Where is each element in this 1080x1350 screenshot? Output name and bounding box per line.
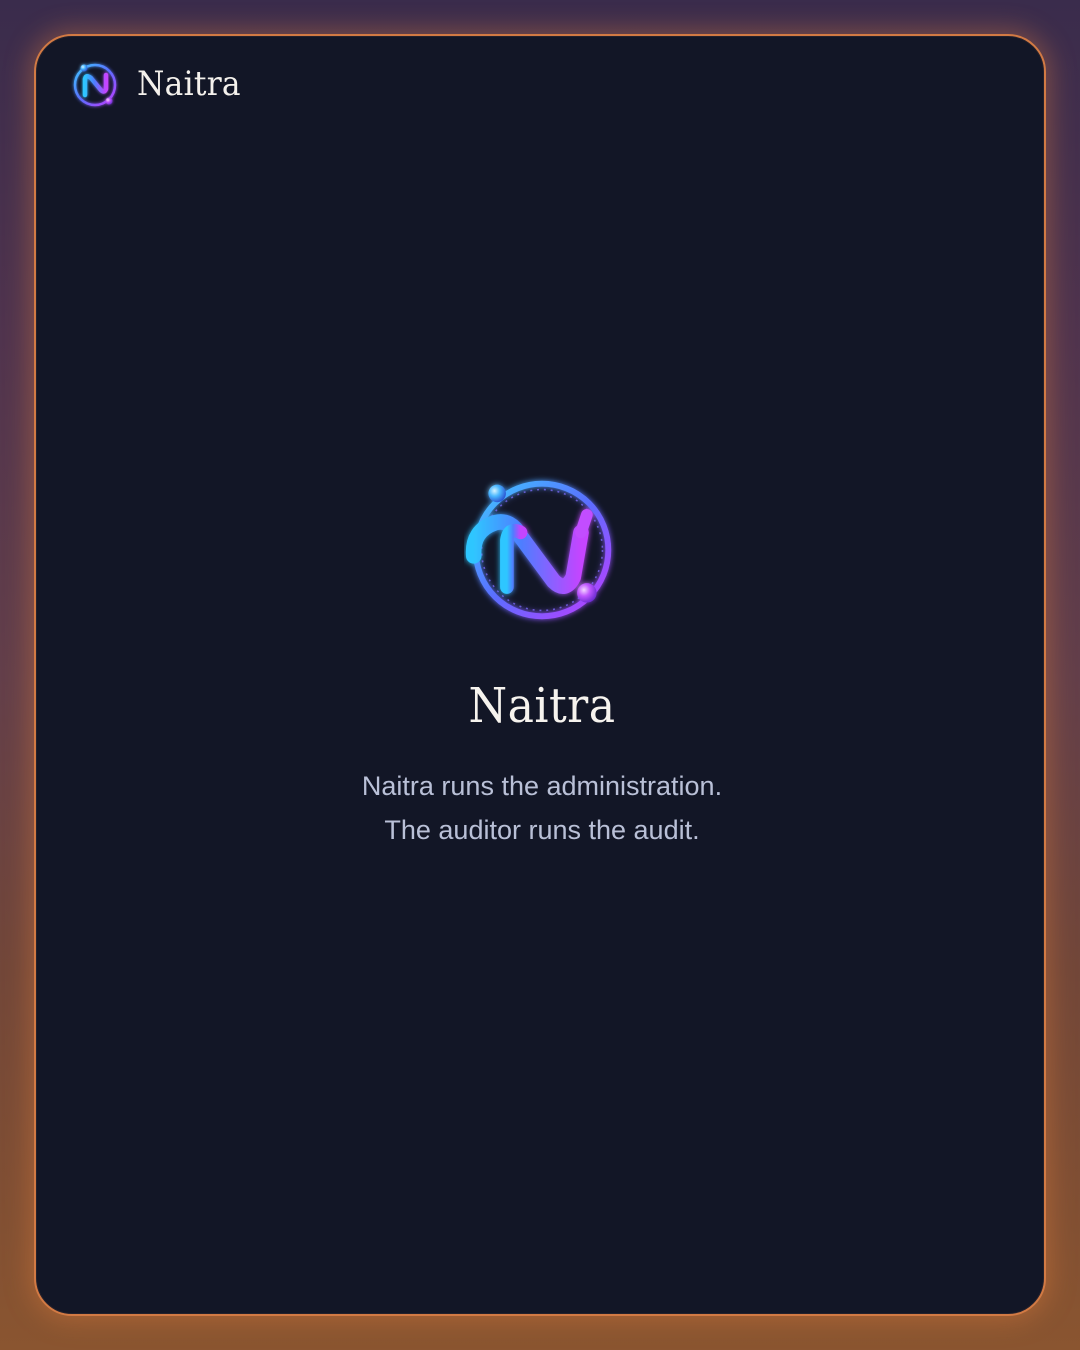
hero-title: Naitra [468, 678, 616, 734]
tagline-line-1: Naitra runs the administration. [361, 771, 723, 801]
naitra-logo-icon [73, 63, 117, 107]
tagline-line-2: The auditor runs the audit. [384, 815, 700, 845]
content-card: Naitra Naitra Naitra runs the administra… [34, 34, 1046, 1316]
header-brand-name: Naitra [137, 64, 241, 104]
header-brand[interactable]: Naitra [70, 58, 250, 112]
naitra-hero-logo-icon [465, 480, 612, 620]
